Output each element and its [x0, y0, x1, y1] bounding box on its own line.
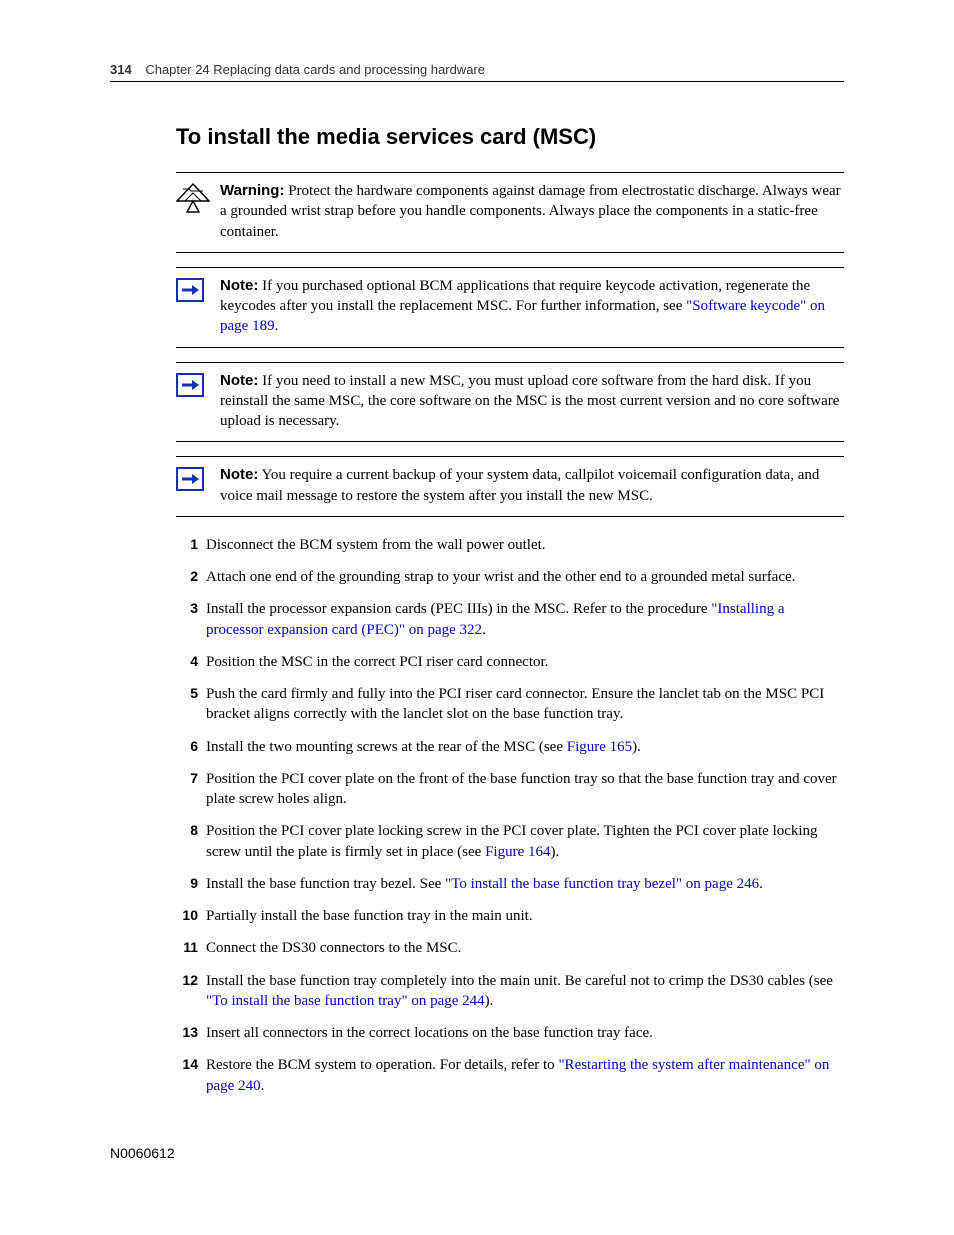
- step-text-after: .: [261, 1078, 265, 1094]
- document-number: N0060612: [110, 1145, 175, 1161]
- step-text: Install the two mounting screws at the r…: [206, 739, 567, 755]
- callout-body: Protect the hardware components against …: [220, 183, 841, 240]
- note-callout: Note: If you need to install a new MSC, …: [176, 362, 844, 443]
- callout-lead: Note:: [220, 372, 258, 389]
- callout-body-after: .: [275, 318, 279, 334]
- callout-text: Note: If you purchased optional BCM appl…: [220, 276, 844, 337]
- cross-reference-link[interactable]: Figure 164: [485, 844, 550, 860]
- step-item: Disconnect the BCM system from the wall …: [176, 535, 844, 555]
- step-text-after: ).: [551, 844, 560, 860]
- callout-lead: Note:: [220, 277, 258, 294]
- step-text-after: ).: [632, 739, 641, 755]
- callout-text: Warning: Protect the hardware components…: [220, 181, 844, 242]
- callout-icon-cell: [176, 465, 220, 491]
- callout-list: Warning: Protect the hardware components…: [110, 172, 844, 517]
- step-item: Push the card firmly and fully into the …: [176, 684, 844, 725]
- step-text: Push the card firmly and fully into the …: [206, 686, 824, 722]
- callout-icon-cell: [176, 371, 220, 397]
- step-item: Partially install the base function tray…: [176, 906, 844, 926]
- step-item: Insert all connectors in the correct loc…: [176, 1023, 844, 1043]
- note-arrow-icon: [176, 278, 204, 302]
- note-arrow-icon: [176, 373, 204, 397]
- section-title: To install the media services card (MSC): [176, 124, 844, 150]
- step-text: Partially install the base function tray…: [206, 908, 533, 924]
- step-item: Position the MSC in the correct PCI rise…: [176, 652, 844, 672]
- step-item: Install the base function tray bezel. Se…: [176, 874, 844, 894]
- step-item: Position the PCI cover plate on the fron…: [176, 769, 844, 810]
- warning-callout: Warning: Protect the hardware components…: [176, 172, 844, 253]
- chapter-title: Chapter 24 Replacing data cards and proc…: [145, 62, 485, 77]
- step-item: Restore the BCM system to operation. For…: [176, 1055, 844, 1096]
- step-text-after: .: [482, 622, 486, 638]
- procedure-steps: Disconnect the BCM system from the wall …: [176, 535, 844, 1096]
- note-callout: Note: If you purchased optional BCM appl…: [176, 267, 844, 348]
- step-item: Attach one end of the grounding strap to…: [176, 567, 844, 587]
- step-text: Position the MSC in the correct PCI rise…: [206, 654, 548, 670]
- step-text-after: .: [759, 876, 763, 892]
- step-text: Restore the BCM system to operation. For…: [206, 1057, 558, 1073]
- running-header: 314 Chapter 24 Replacing data cards and …: [110, 62, 844, 77]
- cross-reference-link[interactable]: "To install the base function tray" on p…: [206, 993, 485, 1009]
- step-item: Connect the DS30 connectors to the MSC.: [176, 938, 844, 958]
- step-item: Install the base function tray completel…: [176, 971, 844, 1012]
- page-number: 314: [110, 62, 132, 77]
- step-text: Install the base function tray bezel. Se…: [206, 876, 445, 892]
- callout-text: Note: If you need to install a new MSC, …: [220, 371, 844, 432]
- step-text: Disconnect the BCM system from the wall …: [206, 537, 546, 553]
- cross-reference-link[interactable]: "To install the base function tray bezel…: [445, 876, 759, 892]
- step-text: Attach one end of the grounding strap to…: [206, 569, 795, 585]
- step-text: Position the PCI cover plate on the fron…: [206, 771, 837, 807]
- note-arrow-icon: [176, 467, 204, 491]
- step-text: Install the base function tray completel…: [206, 973, 833, 989]
- callout-body: You require a current backup of your sys…: [220, 467, 819, 503]
- step-text: Install the processor expansion cards (P…: [206, 601, 711, 617]
- step-item: Install the two mounting screws at the r…: [176, 737, 844, 757]
- step-text: Insert all connectors in the correct loc…: [206, 1025, 653, 1041]
- callout-lead: Warning:: [220, 182, 284, 199]
- callout-body: If you need to install a new MSC, you mu…: [220, 373, 839, 430]
- step-item: Position the PCI cover plate locking scr…: [176, 821, 844, 862]
- cross-reference-link[interactable]: Figure 165: [567, 739, 632, 755]
- warning-icon: [176, 200, 210, 217]
- page: 314 Chapter 24 Replacing data cards and …: [0, 0, 954, 1235]
- step-text: Connect the DS30 connectors to the MSC.: [206, 940, 461, 956]
- callout-lead: Note:: [220, 466, 258, 483]
- callout-icon-cell: [176, 276, 220, 302]
- note-callout: Note: You require a current backup of yo…: [176, 456, 844, 517]
- callout-icon-cell: [176, 181, 220, 218]
- step-text-after: ).: [485, 993, 494, 1009]
- header-rule: [110, 81, 844, 82]
- callout-text: Note: You require a current backup of yo…: [220, 465, 844, 506]
- step-item: Install the processor expansion cards (P…: [176, 599, 844, 640]
